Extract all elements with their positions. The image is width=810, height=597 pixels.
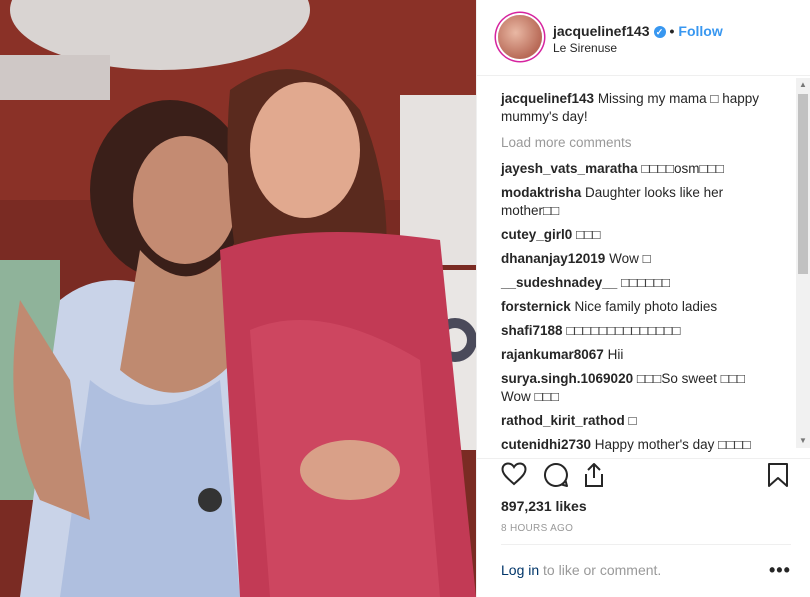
header-username-row: jacquelinef143 ✓ • Follow <box>553 23 723 39</box>
scroll-down-arrow-icon[interactable]: ▼ <box>796 434 810 448</box>
comment-username[interactable]: surya.singh.1069020 <box>501 371 633 386</box>
post-timestamp[interactable]: 8 HOURS AGO <box>501 523 573 534</box>
share-icon[interactable] <box>582 462 606 488</box>
comment-item: forsternick Nice family photo ladies <box>501 298 777 316</box>
login-prompt-text: to like or comment. <box>543 562 662 578</box>
comment-text: Happy mother's day □□□□ <box>594 437 751 452</box>
comment-item: shafi7188 □□□□□□□□□□□□□□ <box>501 322 777 340</box>
bookmark-icon[interactable] <box>767 462 789 488</box>
header-username[interactable]: jacquelinef143 <box>553 23 650 39</box>
comments-scrollbar[interactable]: ▲ ▼ <box>796 78 810 448</box>
comment-text: Nice family photo ladies <box>574 299 718 314</box>
location-link[interactable]: Le Sirenuse <box>553 41 617 55</box>
separator-dot: • <box>669 23 675 39</box>
comment-username[interactable]: jayesh_vats_maratha <box>501 161 638 176</box>
comment-username[interactable]: rajankumar8067 <box>501 347 604 362</box>
likes-count[interactable]: 897,231 likes <box>501 498 587 514</box>
load-more-comments-button[interactable]: Load more comments <box>501 134 777 152</box>
comment-item: rathod_kirit_rathod □ <box>501 412 777 430</box>
comment-username[interactable]: rathod_kirit_rathod <box>501 413 625 428</box>
comment-item: __sudeshnadey__ □□□□□□ <box>501 274 777 292</box>
comment-item: surya.singh.1069020 □□□So sweet □□□ Wow … <box>501 370 777 406</box>
comment-text: □ <box>628 413 637 428</box>
comment-text: Wow □ <box>609 251 651 266</box>
comment-item: cutenidhi2730 Happy mother's day □□□□ <box>501 436 777 454</box>
photo-illustration <box>0 0 476 597</box>
scroll-up-arrow-icon[interactable]: ▲ <box>796 78 810 92</box>
comment-text: □□□□osm□□□ <box>641 161 724 176</box>
comment-text: □□□□□□□□□□□□□□ <box>566 323 681 338</box>
heart-icon[interactable] <box>501 462 527 486</box>
divider <box>501 544 791 545</box>
comment-username[interactable]: __sudeshnadey__ <box>501 275 617 290</box>
comment-username[interactable]: shafi7188 <box>501 323 563 338</box>
post-side-panel: jacquelinef143 ✓ • Follow Le Sirenuse jacqu… <box>476 0 810 597</box>
comment-username[interactable]: cutenidhi2730 <box>501 437 591 452</box>
caption-username[interactable]: jacquelinef143 <box>501 91 594 106</box>
comment-item: dhananjay12019 Wow □ <box>501 250 777 268</box>
comment-item: modaktrisha Daughter looks like her moth… <box>501 184 777 220</box>
more-options-icon[interactable]: ••• <box>769 560 791 581</box>
action-bar <box>501 462 791 496</box>
avatar[interactable] <box>498 15 542 59</box>
login-link[interactable]: Log in <box>501 562 539 578</box>
comment-username[interactable]: modaktrisha <box>501 185 581 200</box>
comment-text: Hii <box>607 347 624 362</box>
login-prompt: Log in to like or comment. <box>501 562 661 578</box>
caption: jacquelinef143 Missing my mama □ happy m… <box>501 90 777 126</box>
comment-item: cutey_girl0 □□□ <box>501 226 777 244</box>
comment-icon[interactable] <box>543 462 569 488</box>
comment-username[interactable]: cutey_girl0 <box>501 227 572 242</box>
scrollbar-thumb[interactable] <box>798 94 808 274</box>
comment-username[interactable]: forsternick <box>501 299 571 314</box>
comment-text: □□□□□□ <box>621 275 671 290</box>
comments-list: jacquelinef143 Missing my mama □ happy m… <box>501 90 777 458</box>
comment-item: rajankumar8067 Hii <box>501 346 777 364</box>
follow-button[interactable]: Follow <box>678 23 722 39</box>
post-photo[interactable] <box>0 0 476 597</box>
comment-username[interactable]: dhananjay12019 <box>501 251 605 266</box>
comment-text: □□□ <box>576 227 601 242</box>
comments-section[interactable]: jacquelinef143 Missing my mama □ happy m… <box>477 77 810 459</box>
comment-item: jayesh_vats_maratha □□□□osm□□□ <box>501 160 777 178</box>
post-header: jacquelinef143 ✓ • Follow Le Sirenuse <box>477 0 810 76</box>
verified-badge-icon: ✓ <box>653 26 666 38</box>
